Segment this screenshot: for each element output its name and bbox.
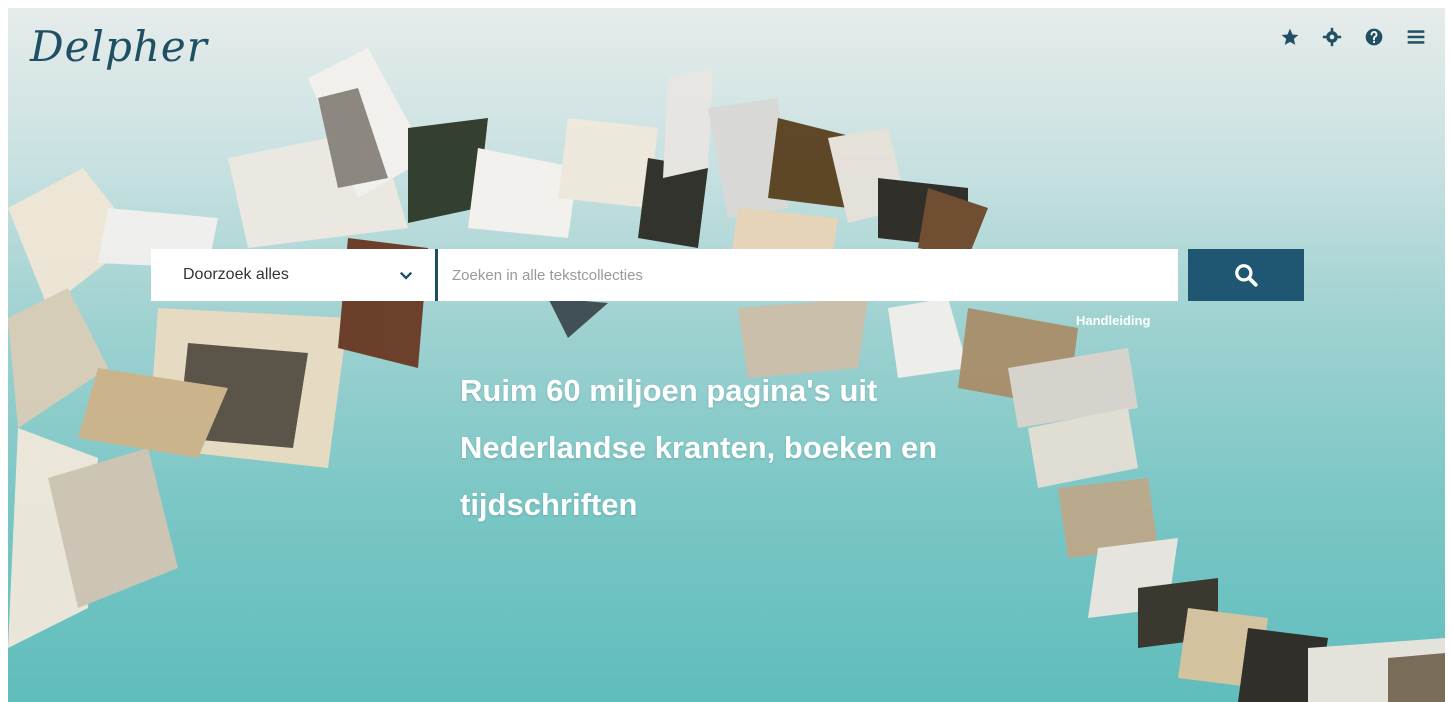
search-bar: Doorzoek alles: [151, 249, 1178, 301]
flying-books-illustration: [8, 48, 1445, 702]
search-button[interactable]: [1188, 249, 1304, 301]
chevron-down-icon: [399, 271, 413, 280]
search-icon: [1235, 264, 1258, 287]
star-icon[interactable]: [1279, 26, 1301, 48]
search-input[interactable]: [438, 249, 1178, 301]
hero-banner: Delpher Doorzoek alles Handleiding Ruim …: [8, 8, 1445, 702]
menu-icon[interactable]: [1405, 26, 1427, 48]
gear-icon[interactable]: [1321, 26, 1343, 48]
search-scope-select[interactable]: Doorzoek alles: [151, 249, 438, 301]
help-icon[interactable]: [1363, 26, 1385, 48]
search-scope-label: Doorzoek alles: [183, 266, 289, 283]
hero-headline: Ruim 60 miljoen pagina's uit Nederlandse…: [460, 373, 938, 522]
delpher-logo[interactable]: Delpher: [30, 22, 208, 71]
top-toolbar: [1279, 26, 1427, 48]
help-link[interactable]: Handleiding: [1076, 313, 1150, 328]
